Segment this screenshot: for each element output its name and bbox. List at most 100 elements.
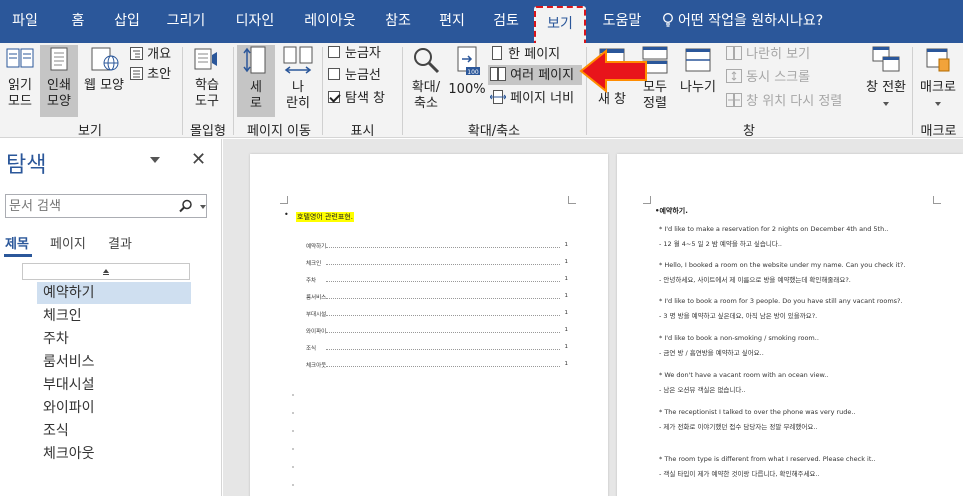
- multiple-pages-button[interactable]: 여러 페이지: [488, 65, 582, 85]
- toc-entry[interactable]: 와이파이 1: [306, 327, 568, 335]
- print-layout-label-2: 모양: [47, 94, 71, 109]
- switch-windows-button[interactable]: 창 전환: [862, 45, 910, 117]
- web-layout-button[interactable]: 웹 모양: [80, 45, 128, 117]
- reset-window-position-button[interactable]: 창 위치 다시 정렬: [726, 93, 860, 111]
- toc-entry[interactable]: 체크인 1: [306, 259, 568, 267]
- toc-entry[interactable]: 조식 1: [306, 344, 568, 352]
- tab-file[interactable]: 파일: [4, 6, 46, 37]
- gridlines-label: 눈금선: [345, 68, 381, 83]
- tab-draw[interactable]: 그리기: [160, 6, 212, 37]
- nav-options-caret-icon[interactable]: [150, 157, 160, 163]
- nav-heading-parking[interactable]: 주차: [37, 328, 191, 350]
- nav-heading-checkout[interactable]: 체크아웃: [37, 443, 191, 465]
- show-group-label: 표시: [350, 124, 375, 139]
- tell-me-box[interactable]: 어떤 작업을 원하시나요?: [662, 6, 842, 37]
- nav-pane-checkbox-box[interactable]: [328, 91, 340, 103]
- nav-heading-reservation[interactable]: 예약하기: [37, 282, 191, 304]
- page-width-button[interactable]: 페이지 너비: [489, 90, 582, 108]
- window-group-label: 창: [743, 124, 755, 139]
- document-search-box[interactable]: [5, 194, 207, 218]
- outline-button[interactable]: 개요: [130, 47, 178, 64]
- read-mode-label-1: 읽기: [8, 78, 32, 93]
- toc-page-number: 1: [564, 259, 569, 265]
- ruler-checkbox[interactable]: 눈금자: [328, 46, 398, 63]
- collapse-heading-button[interactable]: [22, 263, 190, 280]
- paragraph-mark: [292, 412, 294, 414]
- toc-entry[interactable]: 주차 1: [306, 276, 568, 284]
- tab-home[interactable]: 홈: [60, 6, 96, 37]
- document-search-input[interactable]: [9, 197, 169, 215]
- vertical-page-icon: [243, 46, 266, 74]
- nav-tab-headings[interactable]: 제목: [5, 233, 29, 252]
- page-width-label: 페이지 너비: [510, 91, 575, 106]
- arrange-all-label-2: 정렬: [643, 96, 667, 111]
- toc-page-number: 1: [564, 361, 569, 367]
- tab-review[interactable]: 검토: [486, 6, 526, 37]
- tab-help[interactable]: 도움말: [596, 6, 648, 37]
- lightbulb-icon: [663, 13, 673, 27]
- one-page-button[interactable]: 한 페이지: [490, 46, 580, 64]
- sync-scroll-button[interactable]: 동시 스크롤: [726, 69, 856, 87]
- nav-tab-results[interactable]: 결과: [108, 233, 132, 252]
- search-icon[interactable]: [179, 199, 193, 213]
- toc-entry[interactable]: 체크아웃 1: [306, 361, 568, 369]
- draft-icon: [130, 67, 143, 80]
- nav-heading-checkin[interactable]: 체크인: [37, 305, 191, 327]
- toc-leader: [326, 332, 560, 333]
- nav-heading-room-service[interactable]: 룸서비스: [37, 351, 191, 373]
- toc-entry[interactable]: 예약하기 1: [306, 242, 568, 250]
- tab-view[interactable]: 보기: [534, 6, 586, 43]
- toc-leader: [326, 366, 560, 367]
- macros-dropdown-icon: [935, 102, 941, 106]
- page1-title: 호텔영어 관련표현.: [296, 212, 354, 222]
- gridlines-checkbox-box[interactable]: [328, 68, 340, 80]
- learning-tools-button[interactable]: 학습 도구: [186, 45, 228, 117]
- toc-entry[interactable]: 부대시설 1: [306, 310, 568, 318]
- macros-button[interactable]: 매크로: [916, 45, 960, 117]
- view-side-by-side-button[interactable]: 나란히 보기: [726, 46, 856, 64]
- zoom-100-button[interactable]: 100 100%: [448, 45, 486, 117]
- read-mode-button[interactable]: 읽기 모드: [2, 45, 38, 117]
- nav-heading-facilities[interactable]: 부대시설: [37, 374, 191, 396]
- toc-page-number: 1: [564, 293, 569, 299]
- read-mode-icon: [6, 48, 34, 68]
- nav-tab-pages[interactable]: 페이지: [50, 233, 86, 252]
- doc-line: - 객실 타입이 제가 예약한 것이랑 다릅니다, 확인해주세요..: [659, 470, 820, 478]
- nav-heading-wifi[interactable]: 와이파이: [37, 397, 191, 419]
- nav-heading-breakfast[interactable]: 조식: [37, 420, 191, 442]
- close-icon[interactable]: ✕: [191, 149, 206, 170]
- gridlines-checkbox[interactable]: 눈금선: [328, 68, 398, 85]
- svg-text:100: 100: [467, 69, 479, 76]
- document-page-2[interactable]: •예약하기. * I'd like to make a reservation …: [617, 154, 963, 496]
- split-label: 나누기: [680, 80, 716, 95]
- tab-layout[interactable]: 레이아웃: [296, 6, 364, 37]
- toc-entry[interactable]: 룸서비스 1: [306, 293, 568, 301]
- paragraph-mark: [292, 430, 294, 432]
- draft-button[interactable]: 초안: [130, 67, 178, 84]
- search-dropdown-icon[interactable]: [200, 205, 206, 209]
- split-button[interactable]: 나누기: [676, 45, 720, 117]
- one-page-label: 한 페이지: [508, 47, 561, 62]
- side-to-side-button[interactable]: 나 란히: [278, 45, 318, 117]
- ruler-checkbox-box[interactable]: [328, 46, 340, 58]
- nav-tab-underline: [4, 254, 32, 257]
- vertical-button[interactable]: 세 로: [237, 45, 275, 117]
- tab-insert[interactable]: 삽입: [108, 6, 146, 37]
- doc-line: - 3 명 방을 예약하고 싶은데요, 아직 남은 방이 있을까요?.: [659, 312, 818, 320]
- learning-tools-label-2: 도구: [195, 94, 219, 109]
- print-layout-button[interactable]: 인쇄 모양: [40, 45, 78, 117]
- nav-pane-checkbox[interactable]: 탐색 창: [328, 91, 398, 108]
- crop-mark: [280, 196, 288, 204]
- zoom-button[interactable]: 확대/ 축소: [406, 45, 446, 117]
- tab-design[interactable]: 디자인: [228, 6, 282, 37]
- tab-references[interactable]: 참조: [378, 6, 418, 37]
- outline-label: 개요: [147, 47, 172, 62]
- switch-windows-label: 창 전환: [865, 80, 906, 95]
- document-page-1[interactable]: • 호텔영어 관련표현. 예약하기 1 체크인 1 주차 1 룸서비스 1 부대시설 1 …: [250, 154, 608, 496]
- outline-icon: [130, 47, 143, 60]
- crop-mark: [568, 196, 576, 204]
- tab-mailings[interactable]: 편지: [432, 6, 472, 37]
- doc-line: - 금연 방 / 흡연방을 예약하고 싶어요..: [659, 349, 764, 357]
- zoom-label-2: 축소: [414, 96, 438, 111]
- document-area[interactable]: • 호텔영어 관련표현. 예약하기 1 체크인 1 주차 1 룸서비스 1 부대시설 1 …: [223, 139, 963, 496]
